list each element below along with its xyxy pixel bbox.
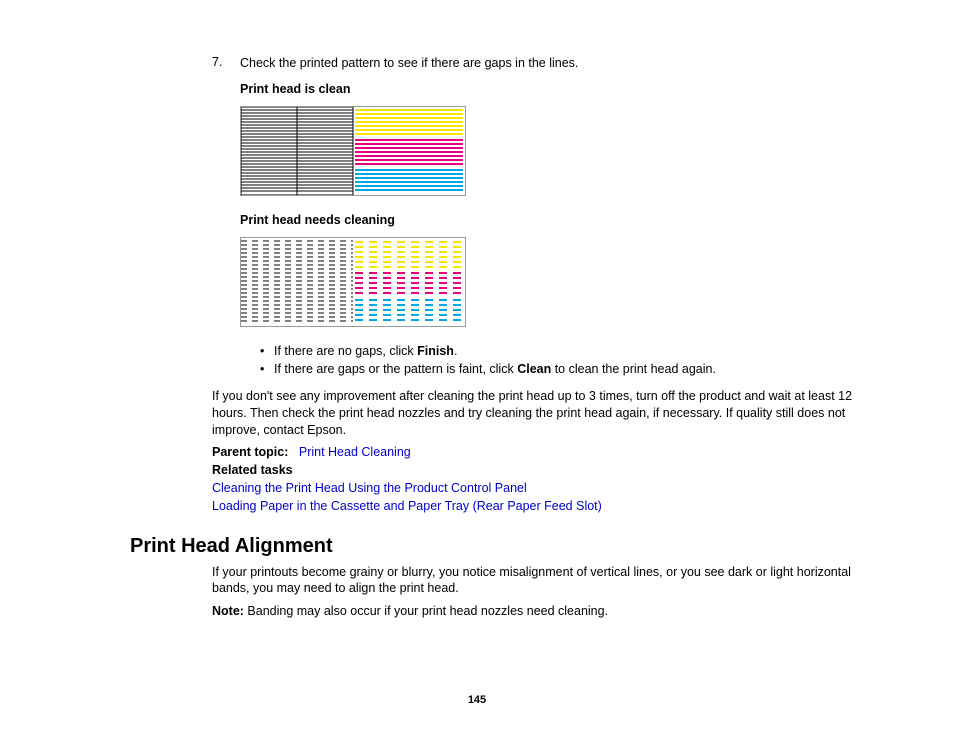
bullet-icon: • — [260, 362, 274, 376]
label-clean: Print head is clean — [240, 82, 854, 96]
bullet-icon: • — [260, 344, 274, 358]
step-text: Check the printed pattern to see if ther… — [240, 55, 854, 72]
related-task-link[interactable]: Cleaning the Print Head Using the Produc… — [212, 481, 527, 495]
pattern-dirty — [240, 237, 854, 330]
nozzle-pattern-clean-image — [240, 106, 466, 196]
alignment-note: Note: Banding may also occur if your pri… — [212, 603, 854, 620]
bullet-text: If there are no gaps, click Finish. — [274, 344, 457, 358]
pattern-clean — [240, 106, 854, 199]
parent-topic-link[interactable]: Print Head Cleaning — [299, 445, 411, 459]
followup-paragraph: If you don't see any improvement after c… — [212, 388, 854, 439]
page-number: 145 — [0, 694, 954, 706]
bullet-list: • If there are no gaps, click Finish. • … — [260, 344, 854, 376]
note-label: Note: — [212, 604, 244, 618]
related-tasks-label: Related tasks — [212, 463, 854, 477]
label-dirty: Print head needs cleaning — [240, 213, 854, 227]
step-7: 7. Check the printed pattern to see if t… — [212, 55, 854, 382]
step-number: 7. — [212, 55, 240, 382]
parent-topic-row: Parent topic: Print Head Cleaning — [212, 445, 854, 459]
related-task-link[interactable]: Loading Paper in the Cassette and Paper … — [212, 499, 602, 513]
list-item: • If there are no gaps, click Finish. — [260, 344, 854, 358]
list-item: • If there are gaps or the pattern is fa… — [260, 362, 854, 376]
parent-topic-label: Parent topic: — [212, 445, 288, 459]
section-heading-print-head-alignment: Print Head Alignment — [130, 535, 854, 558]
bullet-text: If there are gaps or the pattern is fain… — [274, 362, 716, 376]
alignment-paragraph: If your printouts become grainy or blurr… — [212, 564, 854, 598]
nozzle-pattern-dirty-image — [240, 237, 466, 327]
